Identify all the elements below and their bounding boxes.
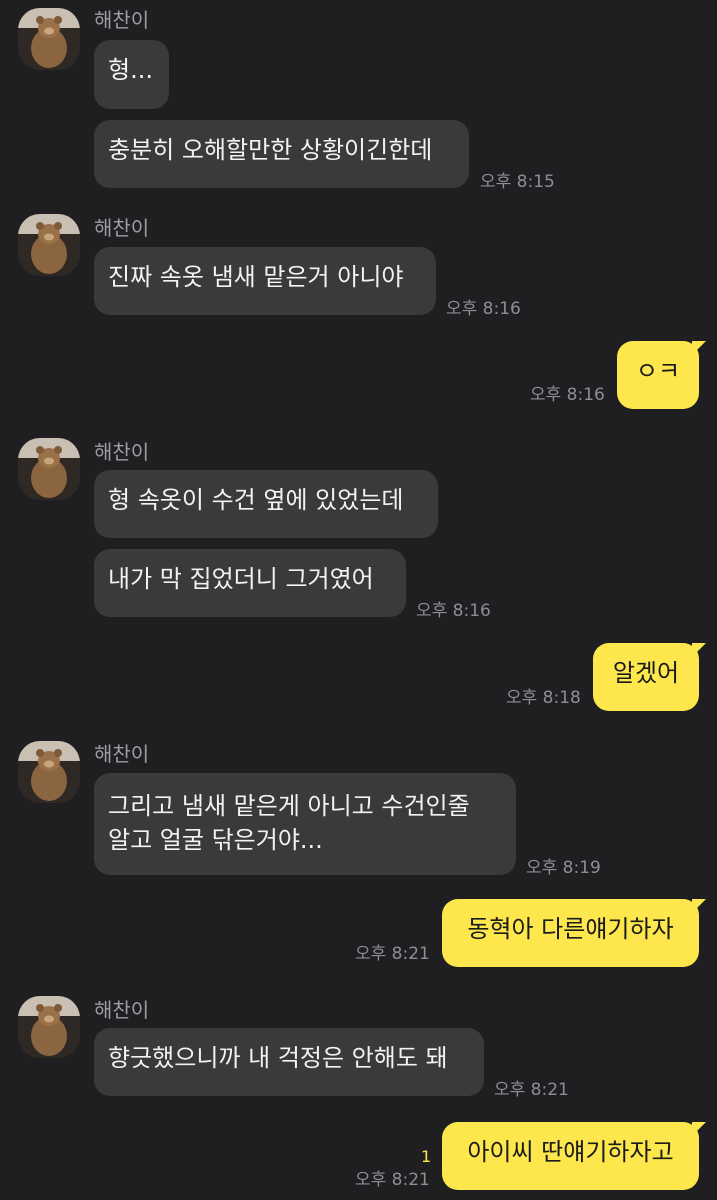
sender-name: 해찬이 xyxy=(94,8,150,32)
avatar[interactable] xyxy=(18,214,80,276)
message-text-line: 알고 얼굴 닦은거야... xyxy=(108,826,323,854)
bear-avatar-icon xyxy=(18,996,80,1058)
message-bubble[interactable]: 형 속옷이 수건 옆에 있었는데 xyxy=(94,470,438,538)
message-timestamp: 오후 8:19 xyxy=(526,858,601,878)
message-text: 아이씨 딴얘기하자고 xyxy=(467,1138,674,1166)
message-bubble[interactable]: ㅇㅋ xyxy=(617,341,699,409)
message-bubble[interactable]: 아이씨 딴얘기하자고 xyxy=(442,1122,699,1190)
message-bubble[interactable]: 동혁아 다른얘기하자 xyxy=(442,899,699,967)
message-text: 내가 막 집었더니 그거였어 xyxy=(108,565,374,593)
message-text-line: 그리고 냄새 맡은게 아니고 수건인줄 xyxy=(108,792,470,820)
message-timestamp: 오후 8:21 xyxy=(355,944,430,964)
sender-name: 해찬이 xyxy=(94,998,150,1022)
message-timestamp: 오후 8:15 xyxy=(480,172,555,192)
message-bubble[interactable]: 형... xyxy=(94,40,169,109)
message-timestamp: 오후 8:16 xyxy=(446,299,521,319)
bear-avatar-icon xyxy=(18,214,80,276)
message-bubble[interactable]: 알겠어 xyxy=(593,643,699,711)
message-text: 충분히 오해할만한 상황이긴한데 xyxy=(108,136,433,164)
bear-avatar-icon xyxy=(18,438,80,500)
bubble-tail xyxy=(692,643,706,657)
sender-name: 해찬이 xyxy=(94,216,150,240)
message-bubble[interactable]: 그리고 냄새 맡은게 아니고 수건인줄 알고 얼굴 닦은거야... xyxy=(94,773,516,875)
message-text: 알겠어 xyxy=(612,659,680,687)
bubble-tail xyxy=(692,899,706,913)
avatar[interactable] xyxy=(18,8,80,70)
message-bubble[interactable]: 진짜 속옷 냄새 맡은거 아니야 xyxy=(94,247,436,315)
avatar[interactable] xyxy=(18,996,80,1058)
message-text: 진짜 속옷 냄새 맡은거 아니야 xyxy=(108,263,404,291)
message-text: 동혁아 다른얘기하자 xyxy=(467,915,674,943)
message-text: 형... xyxy=(108,56,153,84)
bear-avatar-icon xyxy=(18,741,80,803)
bear-avatar-icon xyxy=(18,8,80,70)
message-bubble[interactable]: 향긋했으니까 내 걱정은 안해도 돼 xyxy=(94,1028,484,1096)
message-timestamp: 오후 8:21 xyxy=(355,1170,430,1190)
message-bubble[interactable]: 내가 막 집었더니 그거였어 xyxy=(94,549,406,617)
avatar[interactable] xyxy=(18,741,80,803)
avatar[interactable] xyxy=(18,438,80,500)
message-timestamp: 오후 8:16 xyxy=(416,601,491,621)
unread-count: 1 xyxy=(421,1147,432,1166)
message-timestamp: 오후 8:21 xyxy=(494,1080,569,1100)
sender-name: 해찬이 xyxy=(94,742,150,766)
message-text: ㅇㅋ xyxy=(635,357,681,385)
sender-name: 해찬이 xyxy=(94,440,150,464)
message-bubble[interactable]: 충분히 오해할만한 상황이긴한데 xyxy=(94,120,469,188)
message-text: 형 속옷이 수건 옆에 있었는데 xyxy=(108,486,404,514)
message-text: 향긋했으니까 내 걱정은 안해도 돼 xyxy=(108,1044,448,1072)
bubble-tail xyxy=(692,341,706,355)
message-timestamp: 오후 8:16 xyxy=(530,385,605,405)
bubble-tail xyxy=(692,1122,706,1136)
message-timestamp: 오후 8:18 xyxy=(506,688,581,708)
